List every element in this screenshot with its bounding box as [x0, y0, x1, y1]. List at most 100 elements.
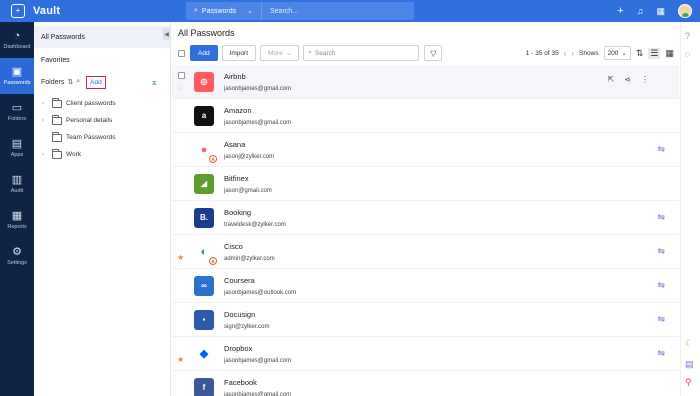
password-name[interactable]: Booking [224, 208, 286, 217]
more-options-icon[interactable]: ⋮ [641, 75, 649, 84]
chevron-down-icon: ⌄ [285, 50, 292, 57]
lock-icon: 🔒 [209, 154, 217, 163]
password-row[interactable]: a Amazon jasonbjames@gmail.com [172, 99, 679, 133]
toolbar: Add Import More ⌄ ⌕ Search ▽ 1 - 35 of 3… [178, 44, 674, 62]
add-button[interactable]: Add [190, 45, 218, 61]
collapse-all-icon[interactable]: ⌅ [150, 77, 158, 88]
page-size-select[interactable]: 200 ⌄ [603, 46, 631, 60]
password-username: jason@gmail.com [224, 187, 272, 194]
favorite-star-icon[interactable]: ★ [177, 253, 184, 262]
collapse-pane-icon[interactable]: ◀ [163, 28, 170, 40]
folder-pane: ◀ All Passwords Favorites Folders ⇅ ⌕ Ad… [34, 22, 171, 396]
rail-item-audit[interactable]: ▥ Audit [0, 166, 34, 202]
rail-item-label: Folders [7, 115, 27, 122]
shared-icon: ⇋ [657, 246, 665, 256]
rail-item-passwords[interactable]: ▣ Passwords [0, 58, 34, 94]
password-username: jasonbjames@gmail.com [224, 391, 292, 396]
add-folder-button[interactable]: Add [86, 75, 106, 89]
chevron-right-icon[interactable]: › [42, 152, 48, 158]
folder-search-icon[interactable]: ⌕ [76, 78, 80, 86]
password-row[interactable]: ☆ ◎ Airbnb jasonbjames@gmail.com ⇱ ⋖ ⋮ [172, 65, 679, 99]
grid-view-icon[interactable]: ▦ [665, 48, 674, 59]
chat-icon[interactable]: ▤ [685, 359, 694, 370]
row-actions: ⇱ ⋖ ⋮ [608, 75, 649, 84]
password-name[interactable]: Facebook [224, 378, 291, 387]
password-row[interactable]: ★ ◆ Dropbox jasonbjames@gmail.com ⇋ [172, 337, 679, 371]
password-name[interactable]: Asana [224, 140, 274, 149]
pagination: 1 - 35 of 35 ‹ › Shows 200 ⌄ ⇅ ☰ ▦ [526, 44, 674, 62]
more-label: More [268, 49, 283, 57]
open-url-icon[interactable]: ⇱ [608, 75, 615, 84]
password-name[interactable]: Bitfinex [224, 174, 272, 183]
sort-icon[interactable]: ⇅ [67, 78, 73, 86]
logo-glyph: ◆ [199, 348, 209, 360]
row-checkbox[interactable] [178, 71, 185, 79]
logo-glyph: ▪ [202, 315, 206, 324]
chevron-right-icon[interactable]: › [42, 101, 48, 107]
password-row[interactable]: ∞ Coursera jasonbjames@outlook.com ⇋ [172, 269, 679, 303]
password-name[interactable]: Coursera [224, 276, 296, 285]
vault-logo-icon[interactable]: + [11, 4, 25, 18]
shared-icon: ⇋ [657, 212, 665, 222]
share-icon[interactable]: ⋖ [624, 75, 631, 84]
folders-label: Folders [41, 78, 65, 86]
audit-icon: ▥ [11, 173, 23, 186]
help-icon[interactable]: ? [685, 31, 690, 41]
password-name[interactable]: Docusign [224, 310, 269, 319]
rail-item-label: Reports [7, 223, 27, 230]
rail-item-folders[interactable]: ▭ Folders [0, 94, 34, 130]
sort-order-icon[interactable]: ⇅ [636, 48, 644, 59]
refresh-icon[interactable]: ◌ [685, 49, 690, 59]
folder-item[interactable]: › Personal details [34, 112, 170, 129]
row-controls [172, 201, 192, 235]
chevron-right-icon[interactable]: › [42, 118, 48, 124]
prev-page-icon[interactable]: ‹ [564, 49, 567, 58]
password-row[interactable]: ● 🔒 Asana jasonj@zylker.com ⇋ [172, 133, 679, 167]
rail-item-label: Dashboard [3, 43, 31, 50]
folder-item[interactable]: › Work [34, 146, 170, 163]
password-row[interactable]: f Facebook jasonbjames@gmail.com [172, 371, 679, 396]
logo-glyph: ◢ [200, 179, 208, 188]
list-view-icon[interactable]: ☰ [648, 47, 661, 59]
rail-item-reports[interactable]: ▦ Reports [0, 202, 34, 238]
select-all-checkbox[interactable] [178, 49, 185, 57]
password-row[interactable]: B. Booking traveldesk@zylker.com ⇋ [172, 201, 679, 235]
global-search-input[interactable]: Search... [262, 8, 298, 15]
folder-item[interactable]: › Client passwords [34, 95, 170, 112]
all-passwords-item[interactable]: All Passwords [34, 26, 170, 48]
moon-icon[interactable]: ☾ [685, 338, 693, 349]
rail-item-label: Audit [10, 187, 24, 194]
plus-icon[interactable]: + [617, 5, 623, 17]
bell-icon[interactable]: ♫ [637, 6, 644, 16]
rail-item-settings[interactable]: ⚙ Settings [0, 238, 34, 274]
password-name[interactable]: Airbnb [224, 72, 291, 81]
next-page-icon[interactable]: › [571, 49, 574, 58]
dashboard-icon: ◔ [13, 29, 21, 42]
apps-grid-icon[interactable]: ▦ [656, 6, 665, 17]
favorites-item[interactable]: Favorites [34, 49, 170, 71]
favorite-star-icon[interactable]: ★ [177, 355, 184, 364]
favorite-star-icon[interactable]: ☆ [177, 83, 184, 92]
row-controls [172, 371, 192, 396]
password-search-input[interactable]: ⌕ Search [303, 45, 420, 61]
filter-icon: ▽ [430, 48, 437, 58]
password-row[interactable]: ★ ◐ 🔒 Cisco admin@zylker.com ⇋ [172, 235, 679, 269]
password-username: jasonbjames@gmail.com [224, 357, 292, 364]
password-row[interactable]: ◢ Bitfinex jason@gmail.com [172, 167, 679, 201]
password-info: Asana jasonj@zylker.com [224, 140, 274, 160]
password-name[interactable]: Cisco [224, 242, 275, 251]
password-row[interactable]: ▪ Docusign sign@zylker.com ⇋ [172, 303, 679, 337]
filter-button[interactable]: ▽ [424, 45, 443, 61]
site-logo-icon: B. [194, 207, 214, 228]
search-scope-dropdown[interactable]: ⌕ Passwords ⌄ [186, 2, 262, 20]
avatar[interactable] [678, 4, 692, 18]
rail-item-apps[interactable]: ▤ Apps [0, 130, 34, 166]
rail-item-dashboard[interactable]: ◔ Dashboard [0, 22, 34, 58]
password-name[interactable]: Amazon [224, 106, 291, 115]
password-name[interactable]: Dropbox [224, 344, 291, 353]
search-icon: ⌕ [308, 49, 312, 56]
more-button[interactable]: More ⌄ [260, 45, 300, 61]
folder-item[interactable]: Team Passwords [34, 129, 170, 146]
import-button[interactable]: Import [221, 45, 256, 61]
location-icon[interactable]: ⚲ [685, 377, 692, 388]
